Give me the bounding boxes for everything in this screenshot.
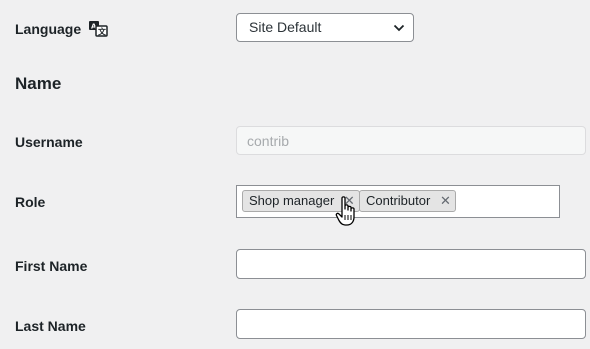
role-select[interactable]: Shop manager ✕ Contributor ✕: [236, 185, 560, 218]
first-name-input[interactable]: [236, 249, 586, 279]
section-title-name: Name: [15, 74, 62, 93]
role-tag-label: Contributor: [366, 193, 431, 208]
chevron-down-icon: [393, 24, 405, 32]
language-select-value: Site Default: [249, 19, 322, 35]
language-label: Language: [15, 21, 82, 37]
remove-tag-icon[interactable]: ✕: [440, 191, 451, 211]
last-name-label: Last Name: [15, 318, 86, 334]
hand-pointer-cursor-icon: [335, 196, 355, 226]
role-label: Role: [15, 194, 46, 210]
username-label: Username: [15, 134, 83, 150]
language-select[interactable]: Site Default: [236, 13, 414, 42]
first-name-label: First Name: [15, 258, 88, 274]
last-name-input[interactable]: [236, 309, 586, 339]
role-tag-label: Shop manager: [249, 193, 335, 208]
svg-text:文: 文: [98, 27, 107, 37]
role-tag-contributor: Contributor ✕: [359, 190, 456, 212]
translate-icon: A 文: [89, 21, 108, 37]
username-input: [236, 126, 586, 155]
